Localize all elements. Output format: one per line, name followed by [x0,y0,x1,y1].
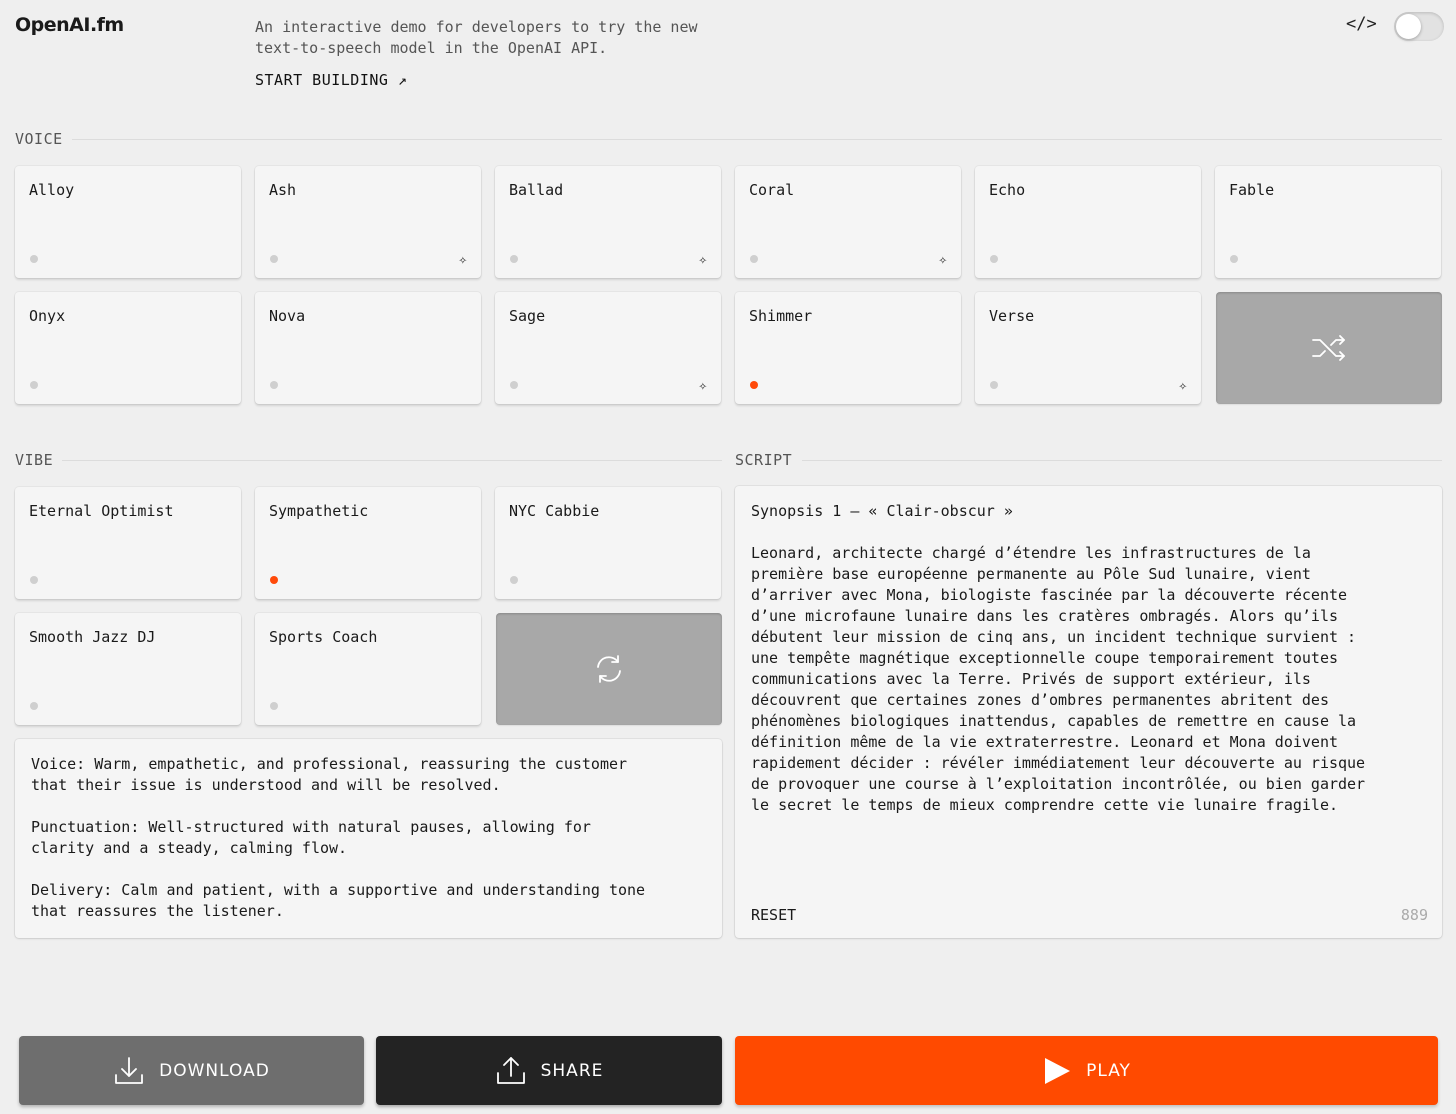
vibe-option-smooth-jazz-dj[interactable]: Smooth Jazz DJ [15,613,241,725]
share-button[interactable]: SHARE [376,1036,722,1105]
unselected-indicator-dot [510,255,518,263]
tagline: An interactive demo for developers to tr… [255,18,698,57]
shuffle-voice-button[interactable] [1216,292,1442,404]
vibe-option-label: Smooth Jazz DJ [29,628,156,646]
voice-option-shimmer[interactable]: Shimmer [735,292,961,404]
unselected-indicator-dot [990,381,998,389]
share-icon [496,1056,525,1084]
download-button[interactable]: DOWNLOAD [19,1036,364,1105]
unselected-indicator-dot [270,702,278,710]
unselected-indicator-dot [30,576,38,584]
unselected-indicator-dot [990,255,998,263]
vibe-description[interactable]: Voice: Warm, empathetic, and professiona… [15,739,722,938]
voice-option-label: Ballad [509,181,564,199]
vibe-option-sports-coach[interactable]: Sports Coach [255,613,481,725]
script-text[interactable]: Synopsis 1 – « Clair-obscur » Leonard, a… [751,501,1421,816]
unselected-indicator-dot [510,576,518,584]
unselected-indicator-dot [270,255,278,263]
char-count: 889 [1400,906,1428,924]
vibe-option-label: Sympathetic [269,502,369,520]
voice-option-verse[interactable]: Verse ✧ [975,292,1201,404]
logo[interactable]: OpenAI.fm [15,14,124,36]
script-section-label: SCRIPT [735,451,793,469]
sparkle-icon: ✧ [1178,378,1187,394]
voice-option-label: Nova [269,307,306,325]
voice-option-label: Onyx [29,307,66,325]
voice-section-label: VOICE [15,130,63,148]
download-label: DOWNLOAD [159,1060,270,1081]
vibe-section-label: VIBE [15,451,54,469]
voice-option-sage[interactable]: Sage ✧ [495,292,721,404]
sparkle-icon: ✧ [698,252,707,268]
vibe-option-label: Eternal Optimist [29,502,174,520]
toggle-knob [1396,14,1421,39]
dev-mode-toggle[interactable] [1394,12,1444,41]
voice-option-label: Ash [269,181,297,199]
unselected-indicator-dot [270,381,278,389]
code-icon[interactable]: </> [1346,14,1377,34]
voice-option-label: Echo [989,181,1026,199]
selected-indicator-dot [270,576,278,584]
shuffle-icon [1312,335,1345,361]
unselected-indicator-dot [750,255,758,263]
voice-option-fable[interactable]: Fable [1215,166,1441,278]
unselected-indicator-dot [1230,255,1238,263]
download-icon [115,1056,144,1084]
sparkle-icon: ✧ [938,252,947,268]
sparkle-icon: ✧ [698,378,707,394]
voice-option-label: Coral [749,181,795,199]
play-label: PLAY [1086,1060,1131,1081]
voice-option-label: Fable [1229,181,1275,199]
script-editor[interactable]: Synopsis 1 – « Clair-obscur » Leonard, a… [735,486,1442,938]
voice-divider [72,139,1442,140]
unselected-indicator-dot [510,381,518,389]
refresh-vibes-button[interactable] [496,613,722,725]
voice-option-label: Shimmer [749,307,813,325]
vibe-option-label: NYC Cabbie [509,502,600,520]
share-label: SHARE [540,1060,604,1081]
vibe-option-nyc-cabbie[interactable]: NYC Cabbie [495,487,721,599]
voice-option-label: Sage [509,307,546,325]
play-icon [1045,1057,1071,1084]
voice-option-echo[interactable]: Echo [975,166,1201,278]
voice-option-alloy[interactable]: Alloy [15,166,241,278]
voice-option-ballad[interactable]: Ballad ✧ [495,166,721,278]
vibe-option-sympathetic[interactable]: Sympathetic [255,487,481,599]
vibe-divider [62,460,722,461]
voice-option-onyx[interactable]: Onyx [15,292,241,404]
selected-indicator-dot [750,381,758,389]
script-divider [802,460,1442,461]
sparkle-icon: ✧ [458,252,467,268]
vibe-option-label: Sports Coach [269,628,378,646]
refresh-icon [597,655,621,683]
vibe-option-eternal-optimist[interactable]: Eternal Optimist [15,487,241,599]
voice-option-nova[interactable]: Nova [255,292,481,404]
unselected-indicator-dot [30,255,38,263]
reset-button[interactable]: RESET [751,905,796,926]
voice-option-coral[interactable]: Coral ✧ [735,166,961,278]
unselected-indicator-dot [30,702,38,710]
voice-option-label: Verse [989,307,1035,325]
voice-option-label: Alloy [29,181,75,199]
unselected-indicator-dot [30,381,38,389]
voice-option-ash[interactable]: Ash ✧ [255,166,481,278]
play-button[interactable]: PLAY [735,1036,1438,1105]
start-building-link[interactable]: START BUILDING ↗ [255,71,408,89]
